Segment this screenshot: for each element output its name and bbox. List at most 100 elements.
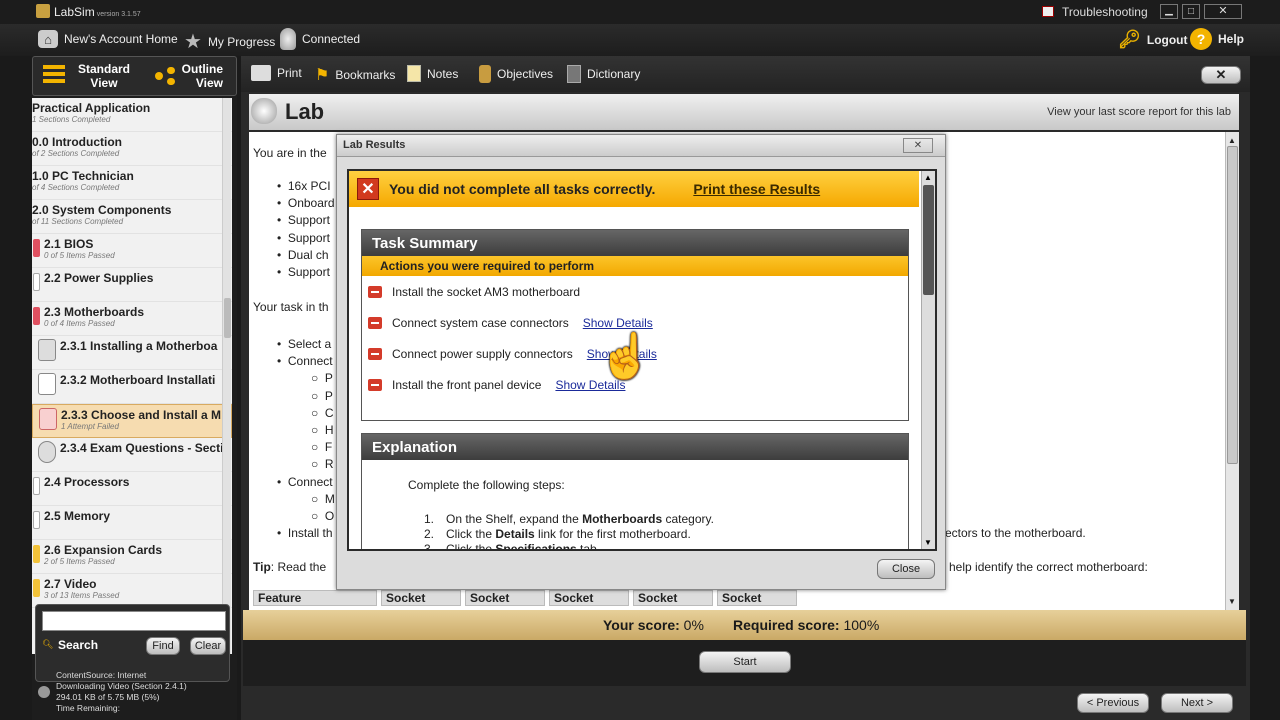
print-button[interactable]: Print [251, 65, 302, 81]
list-item[interactable]: 0.0 Introduction of 2 Sections Completed [32, 132, 232, 166]
failed-icon [368, 347, 382, 360]
close-button[interactable]: Close [877, 559, 935, 579]
mouse-icon [39, 408, 57, 430]
list-item[interactable]: Practical Application 1 Sections Complete… [32, 98, 232, 132]
printer-icon [251, 65, 271, 81]
steps-list: • Select a • Connect ○ P ○ P ○ C ○ H ○ F… [277, 337, 335, 541]
document-icon [38, 373, 56, 395]
list-item[interactable]: 2.3 Motherboards 0 of 4 Items Passed [32, 302, 232, 336]
help-icon: ? [1190, 28, 1212, 50]
home-link[interactable]: ⌂ New's Account Home [38, 30, 178, 48]
list-item[interactable]: 2.7 Video 3 of 13 Items Passed [32, 574, 232, 608]
notes-button[interactable]: Notes [407, 65, 458, 82]
results-scrollbar[interactable]: ▲ ▼ [921, 171, 935, 549]
tip-text-tail: help identify the correct motherboard: [949, 560, 1148, 574]
course-outline-list: Practical Application 1 Sections Complete… [32, 98, 232, 654]
clear-button[interactable]: Clear [190, 637, 226, 655]
status-marker-icon [33, 579, 40, 597]
dialog-titlebar: Lab Results ✕ [337, 135, 945, 157]
page-title: Lab [285, 99, 325, 124]
troubleshooting-icon [1042, 6, 1054, 17]
list-item[interactable]: 2.4 Processors [32, 472, 232, 506]
app-title: LabSim version 3.1.57 [54, 5, 141, 19]
failed-icon [368, 285, 382, 298]
objectives-button[interactable]: Objectives [479, 65, 553, 83]
next-button[interactable]: Next > [1161, 693, 1233, 713]
hand-cursor-icon: ☝ [598, 332, 653, 381]
your-score: Your score: 0% [603, 617, 704, 633]
step-text-tail: ectors to the motherboard. [945, 526, 1086, 540]
list-item-active[interactable]: 2.3.3 Choose and Install a M1 Attempt Fa… [32, 404, 232, 438]
sidebar-scrollbar[interactable] [222, 98, 231, 654]
computer-icon [38, 339, 56, 361]
explanation-intro: Complete the following steps: [408, 478, 565, 492]
task-summary-heading: Task Summary [362, 230, 908, 256]
list-item[interactable]: 2.3.2 Motherboard Installati [32, 370, 232, 404]
requirements-list: • 16x PCI • Onboard • Support • Support … [277, 179, 335, 280]
logout-button[interactable]: 🔑︎ Logout [1118, 29, 1188, 50]
tab-standard-view[interactable]: Standard View [71, 62, 137, 90]
show-details-link[interactable]: Show Details [583, 316, 653, 330]
troubleshooting-button[interactable]: Troubleshooting [1062, 5, 1148, 19]
tab-outline-view[interactable]: Outline View [173, 62, 233, 90]
home-icon: ⌂ [38, 30, 58, 48]
status-marker-icon [33, 477, 40, 495]
list-item[interactable]: 2.5 Memory [32, 506, 232, 540]
start-button[interactable]: Start [699, 651, 791, 673]
score-report-link[interactable]: View your last score report for this lab [1047, 106, 1231, 118]
list-icon [43, 65, 65, 85]
score-bar: Your score: 0% Required score: 100% [243, 610, 1246, 640]
specs-table-header: Feature Socket Socket Socket Socket Sock… [253, 590, 797, 606]
list-item[interactable]: 2.6 Expansion Cards 2 of 5 Items Passed [32, 540, 232, 574]
list-item[interactable]: 1.0 PC Technician of 4 Sections Completed [32, 166, 232, 200]
bookmark-icon: ⚑ [315, 67, 330, 84]
result-message: You did not complete all tasks correctly… [389, 181, 656, 197]
start-area: Start [243, 640, 1246, 686]
list-item[interactable]: 2.0 System Components of 11 Sections Comp… [32, 200, 232, 234]
list-item[interactable]: 2.3.1 Installing a Motherboa [32, 336, 232, 370]
window-titlebar: LabSim version 3.1.57 Troubleshooting ▁ □… [0, 0, 1280, 24]
connection-status: Connected [280, 28, 360, 50]
dictionary-icon [567, 65, 581, 83]
close-content-button[interactable]: ✕ [1201, 66, 1241, 84]
content-scrollbar[interactable]: ▲ ▼ [1225, 132, 1239, 610]
dialog-title: Lab Results [343, 139, 406, 151]
download-status: ContentSource: Internet Downloading Vide… [56, 670, 187, 713]
explanation-heading: Explanation [362, 434, 908, 460]
star-icon: ★ [184, 31, 202, 53]
status-marker-icon [33, 307, 40, 325]
download-icon [38, 686, 50, 698]
my-progress-link[interactable]: ★ My Progress [184, 29, 275, 54]
list-item[interactable]: 2.2 Power Supplies [32, 268, 232, 302]
view-tabs: Standard View Outline View [32, 56, 237, 96]
intro-text: You are in the [253, 146, 327, 160]
search-input[interactable] [42, 611, 226, 631]
list-item[interactable]: 2.1 BIOS 0 of 5 Items Passed [32, 234, 232, 268]
search-label: Search [58, 638, 99, 652]
maximize-button[interactable]: □ [1182, 4, 1200, 19]
task-summary-panel: Task Summary Actions you were required t… [361, 229, 909, 421]
status-marker-icon [33, 239, 40, 257]
tip-text: Tip: Read the [253, 560, 327, 574]
search-icon: 🔍︎ [42, 639, 54, 649]
list-item[interactable]: 2.3.4 Exam Questions - Secti [32, 438, 232, 472]
required-score: Required score: 100% [733, 617, 880, 633]
content-toolbar: Print ⚑ Bookmarks Notes Objectives Dictio… [241, 56, 1250, 92]
result-banner: ✕ You did not complete all tasks correct… [349, 171, 919, 207]
key-icon: 🔑︎ [1118, 29, 1141, 49]
dialog-close-icon[interactable]: ✕ [903, 138, 933, 153]
help-button[interactable]: ? Help [1190, 28, 1244, 50]
task-intro: Your task in th [253, 300, 329, 314]
status-marker-icon [33, 273, 40, 291]
explanation-steps: 1. On the Shelf, expand the Motherboards … [424, 512, 714, 551]
print-results-link[interactable]: Print these Results [693, 181, 820, 197]
sidebar: Standard View Outline View Practical App… [32, 56, 237, 720]
failed-icon [368, 316, 382, 329]
bookmarks-button[interactable]: ⚑ Bookmarks [315, 65, 395, 85]
find-button[interactable]: Find [146, 637, 180, 655]
dictionary-button[interactable]: Dictionary [567, 65, 640, 83]
exam-icon [38, 441, 56, 463]
previous-button[interactable]: < Previous [1077, 693, 1149, 713]
minimize-button[interactable]: ▁ [1160, 4, 1178, 19]
close-window-button[interactable]: ✕ [1204, 4, 1242, 19]
